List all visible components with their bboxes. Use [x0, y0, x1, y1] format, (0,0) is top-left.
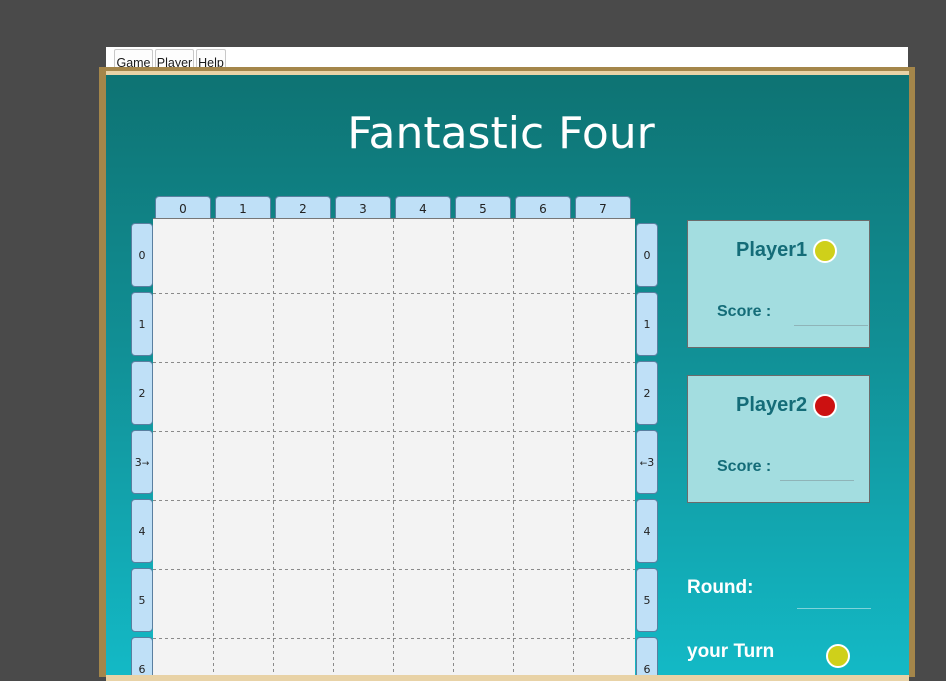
row-header-left-0[interactable]: 0	[131, 223, 153, 287]
player1-score-label: Score :	[717, 303, 772, 320]
round-label: Round:	[687, 577, 754, 598]
column-header-5[interactable]: 5	[455, 196, 511, 218]
column-header-1[interactable]: 1	[215, 196, 271, 218]
player2-name: Player2	[736, 394, 808, 416]
row-header-right-5[interactable]: 5	[636, 568, 658, 632]
row-header-right-4[interactable]: 4	[636, 499, 658, 563]
column-header-2[interactable]: 2	[275, 196, 331, 218]
row-header-left-6[interactable]: 6	[131, 637, 153, 675]
player1-score-value	[794, 325, 868, 326]
player2-token-icon	[813, 394, 837, 418]
game-board[interactable]	[153, 218, 635, 675]
player1-name: Player1	[736, 239, 808, 261]
row-header-right-1[interactable]: 1	[636, 292, 658, 356]
turn-token-icon	[826, 644, 850, 668]
column-header-6[interactable]: 6	[515, 196, 571, 218]
column-header-4[interactable]: 4	[395, 196, 451, 218]
player2-card: Player2 Score :	[687, 375, 870, 503]
player1-token-icon	[813, 239, 837, 263]
row-marker-left: →	[141, 459, 150, 469]
row-header-left-5[interactable]: 5	[131, 568, 153, 632]
game-title: Fantastic Four	[347, 108, 655, 159]
row-header-label: 3	[134, 456, 142, 469]
turn-label: your Turn	[687, 641, 775, 662]
row-header-right-2[interactable]: 2	[636, 361, 658, 425]
column-header-0[interactable]: 0	[155, 196, 211, 218]
row-header-left-3[interactable]: 3→	[131, 430, 153, 494]
row-header-left-4[interactable]: 4	[131, 499, 153, 563]
game-panel: Fantastic Four 0 1 2 3 4 5 6 7 0 1 2 3→ …	[106, 75, 909, 675]
player1-card: Player1 Score :	[687, 220, 870, 348]
player2-score-value	[780, 480, 854, 481]
row-header-right-6[interactable]: 6	[636, 637, 658, 675]
column-header-3[interactable]: 3	[335, 196, 391, 218]
row-header-label: 3	[647, 456, 655, 469]
row-header-right-0[interactable]: 0	[636, 223, 658, 287]
round-value	[797, 608, 871, 609]
column-header-7[interactable]: 7	[575, 196, 631, 218]
row-header-right-3[interactable]: ←3	[636, 430, 658, 494]
row-header-left-1[interactable]: 1	[131, 292, 153, 356]
player2-score-label: Score :	[717, 458, 772, 475]
board-grid	[153, 219, 635, 675]
row-header-left-2[interactable]: 2	[131, 361, 153, 425]
